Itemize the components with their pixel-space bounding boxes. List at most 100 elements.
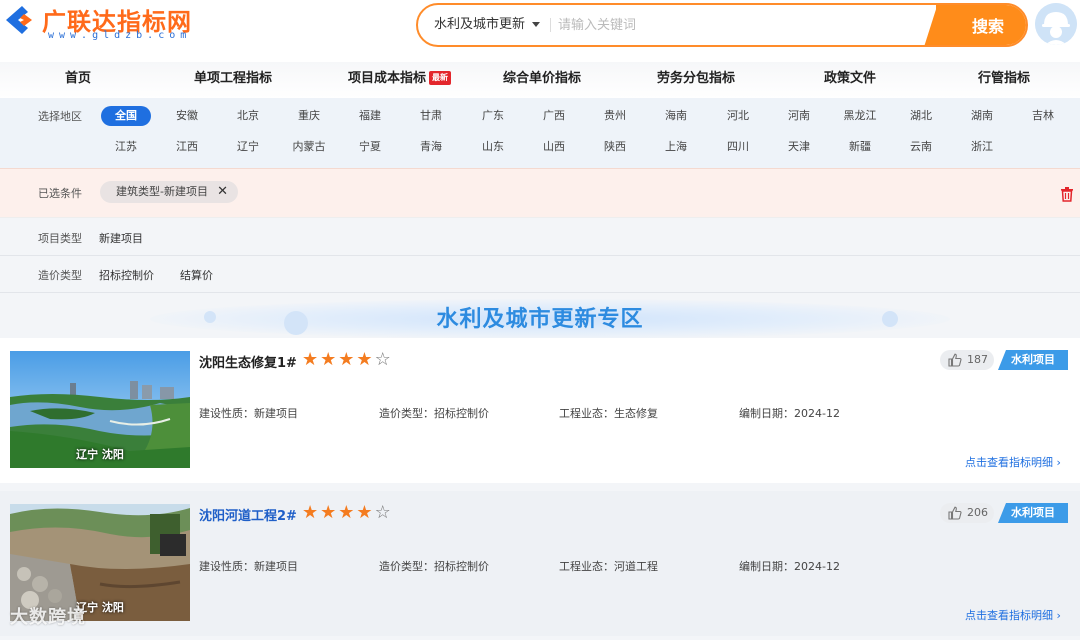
nav-item-admin[interactable]: 行管指标 [978, 62, 1030, 98]
thumbs-up-icon [948, 506, 962, 520]
category-tag: 水利项目 [998, 350, 1068, 370]
meta-cost-type: 造价类型：招标控制价 [379, 560, 489, 573]
search-scope-select[interactable]: 水利及城市更新 [434, 5, 525, 45]
star-filled-icon: ★ [356, 502, 375, 523]
region-option[interactable]: 江苏 [115, 137, 137, 157]
region-option[interactable]: 新疆 [849, 137, 871, 157]
selected-label: 已选条件 [38, 187, 82, 200]
trash-icon[interactable] [1060, 186, 1074, 202]
filter-option-settlement[interactable]: 结算价 [180, 267, 213, 283]
nav-item-home[interactable]: 首页 [65, 62, 91, 98]
search-button[interactable]: 搜索 [924, 5, 1026, 45]
meta-business: 工程业态：河道工程 [559, 560, 658, 573]
region-option[interactable]: 浙江 [971, 137, 993, 157]
watermark: 大数跨境 [10, 607, 86, 628]
project-thumbnail[interactable]: 辽宁 沈阳 [10, 351, 190, 468]
region-option[interactable]: 北京 [237, 106, 259, 126]
region-option[interactable]: 湖南 [971, 106, 993, 126]
region-option[interactable]: 天津 [788, 137, 810, 157]
region-option[interactable]: 贵州 [604, 106, 626, 126]
star-filled-icon: ★ [320, 349, 339, 370]
meta-cost-type: 造价类型：招标控制价 [379, 407, 489, 420]
meta-business: 工程业态：生态修复 [559, 407, 658, 420]
nav-item-policy[interactable]: 政策文件 [824, 62, 876, 98]
chevron-down-icon[interactable] [532, 22, 540, 27]
meta-nature: 建设性质：新建项目 [199, 560, 298, 573]
region-option[interactable]: 广东 [482, 106, 504, 126]
region-option[interactable]: 云南 [910, 137, 932, 157]
star-filled-icon: ★ [320, 502, 339, 523]
region-option[interactable]: 甘肃 [420, 106, 442, 126]
star-filled-icon: ★ [302, 349, 321, 370]
region-option[interactable]: 安徽 [176, 106, 198, 126]
search-bar: 水利及城市更新 搜索 [416, 3, 1028, 47]
like-button[interactable]: 187 [940, 350, 994, 370]
region-option[interactable]: 宁夏 [359, 137, 381, 157]
region-option[interactable]: 山西 [543, 137, 565, 157]
rating-stars: ★★★★☆ [302, 349, 393, 370]
project-card[interactable]: 辽宁 沈阳 沈阳河道工程2# ★★★★☆ 建设性质：新建项目 造价类型：招标控制… [0, 491, 1080, 636]
region-option[interactable]: 上海 [665, 137, 687, 157]
nav-item-unit-price[interactable]: 综合单价指标 [503, 62, 581, 98]
project-title[interactable]: 沈阳生态修复1# [199, 352, 297, 371]
region-option[interactable]: 广西 [543, 106, 565, 126]
filter-label: 项目类型 [38, 232, 82, 245]
filter-option-new-project[interactable]: 新建项目 [99, 230, 143, 246]
region-option[interactable]: 内蒙古 [293, 137, 326, 157]
project-title[interactable]: 沈阳河道工程2# [199, 505, 297, 524]
user-avatar[interactable] [1035, 3, 1077, 45]
zone-banner: 水利及城市更新专区 [0, 293, 1080, 339]
star-empty-icon: ☆ [374, 502, 393, 523]
view-details-link[interactable]: 点击查看指标明细 › [965, 607, 1061, 623]
search-divider [550, 18, 551, 32]
location-caption: 辽宁 沈阳 [76, 448, 124, 461]
region-option[interactable]: 海南 [665, 106, 687, 126]
filter-label: 造价类型 [38, 269, 82, 282]
selected-conditions: 已选条件 建筑类型-新建项目 ✕ [0, 168, 1080, 218]
region-option[interactable]: 陕西 [604, 137, 626, 157]
like-count: 206 [967, 506, 988, 519]
nav-item-labor[interactable]: 劳务分包指标 [657, 62, 735, 98]
region-option[interactable]: 江西 [176, 137, 198, 157]
region-option[interactable]: 吉林 [1032, 106, 1054, 126]
like-button[interactable]: 206 [940, 503, 994, 523]
rating-stars: ★★★★☆ [302, 502, 393, 523]
region-option[interactable]: 四川 [727, 137, 749, 157]
nav-item-project-cost[interactable]: 项目成本指标 最新 [348, 62, 452, 98]
region-option[interactable]: 全国 [101, 106, 151, 126]
view-details-link[interactable]: 点击查看指标明细 › [965, 454, 1061, 470]
nav-item-single-project[interactable]: 单项工程指标 [194, 62, 272, 98]
star-filled-icon: ★ [338, 349, 357, 370]
filter-row-cost-type: 造价类型 招标控制价 结算价 [0, 256, 1080, 293]
filter-option-tender-control[interactable]: 招标控制价 [99, 267, 154, 283]
chevron-right-icon: › [1056, 609, 1061, 622]
like-count: 187 [967, 353, 988, 366]
meta-nature: 建设性质：新建项目 [199, 407, 298, 420]
region-option[interactable]: 河南 [788, 106, 810, 126]
zone-title: 水利及城市更新专区 [436, 307, 644, 332]
header: 广联达指标网 www.gldzb.com 水利及城市更新 搜索 [0, 0, 1080, 62]
close-icon[interactable]: ✕ [217, 181, 228, 203]
region-option[interactable]: 辽宁 [237, 137, 259, 157]
region-option[interactable]: 福建 [359, 106, 381, 126]
region-option[interactable]: 湖北 [910, 106, 932, 126]
region-option[interactable]: 青海 [420, 137, 442, 157]
meta-date: 编制日期：2024-12 [739, 560, 840, 573]
project-card[interactable]: 辽宁 沈阳 沈阳生态修复1# ★★★★☆ 建设性质：新建项目 造价类型：招标控制… [0, 338, 1080, 483]
new-badge: 最新 [429, 71, 452, 85]
logo-url: www.gldzb.com [48, 30, 192, 41]
chevron-right-icon: › [1056, 456, 1061, 469]
site-logo[interactable]: 广联达指标网 www.gldzb.com [2, 2, 232, 46]
meta-date: 编制日期：2024-12 [739, 407, 840, 420]
user-helmet-icon [1035, 3, 1077, 45]
region-option[interactable]: 山东 [482, 137, 504, 157]
star-filled-icon: ★ [338, 502, 357, 523]
thumbs-up-icon [948, 353, 962, 367]
condition-chip[interactable]: 建筑类型-新建项目 ✕ [100, 181, 238, 203]
region-option[interactable]: 重庆 [298, 106, 320, 126]
star-filled-icon: ★ [356, 349, 375, 370]
region-option[interactable]: 河北 [727, 106, 749, 126]
search-input[interactable] [558, 11, 938, 39]
region-option[interactable]: 黑龙江 [844, 106, 877, 126]
region-filter: 选择地区 全国 安徽 北京 重庆 福建 甘肃 广东 广西 贵州 海南 河北 河南 黑龙江 湖北 湖南 吉林 江苏… [0, 98, 1080, 168]
